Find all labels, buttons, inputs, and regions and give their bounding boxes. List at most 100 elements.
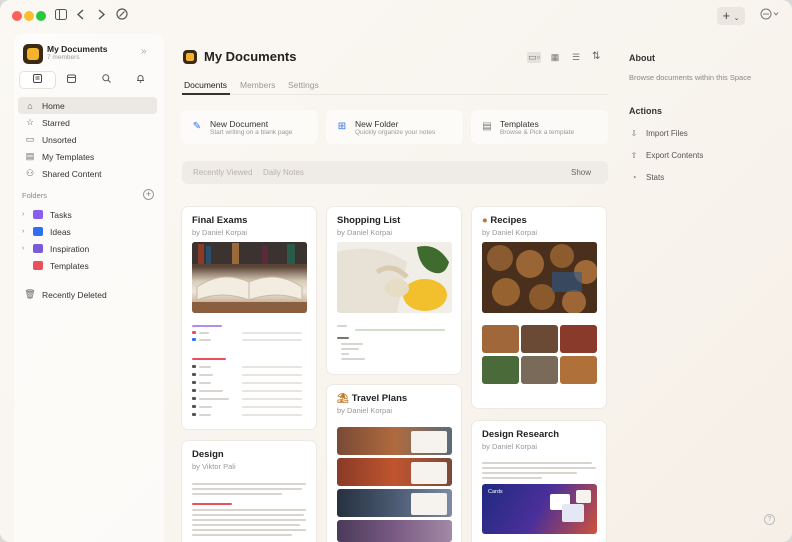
export-icon: ⇧ [630, 151, 638, 160]
trash-icon: 🗑 [24, 289, 36, 299]
document-author: by Daniel Korpai [337, 228, 393, 237]
document-title: Design [192, 449, 224, 460]
grid-view-icon[interactable]: ▦ [548, 52, 562, 63]
new-document-card[interactable]: ✎ New Document Start writing on a blank … [181, 110, 318, 144]
recipe-thumbnail [521, 356, 558, 384]
forward-arrow-icon[interactable] [93, 8, 109, 24]
new-folder-card[interactable]: ⊞ New Folder Quickly organize your notes [326, 110, 463, 144]
action-subtitle: Start writing on a blank page [210, 129, 293, 136]
new-item-button[interactable]: + ⌄ [717, 7, 745, 25]
space-logo-icon[interactable] [23, 44, 43, 64]
tab-settings[interactable]: Settings [288, 80, 319, 90]
tab-divider [182, 94, 608, 95]
text-line [192, 514, 304, 516]
calendar-segment-icon[interactable] [55, 72, 90, 88]
document-card-design[interactable]: Design by Viktor Pali [182, 441, 316, 542]
folder-item-ideas[interactable]: › Ideas [18, 223, 157, 240]
chevron-right-icon[interactable]: › [22, 245, 30, 252]
compass-icon[interactable] [114, 8, 130, 24]
help-button[interactable]: ? [764, 514, 775, 525]
folder-label: Templates [50, 260, 89, 271]
cookie-icon: ● [482, 215, 488, 226]
actions-title: Actions [629, 106, 663, 116]
tab-documents[interactable]: Documents [184, 80, 227, 90]
text-line [242, 382, 302, 384]
folder-label: Ideas [50, 226, 71, 237]
add-folder-button[interactable]: + [143, 189, 154, 200]
folder-label: Inspiration [50, 243, 90, 254]
stats-icon: ◔ [631, 173, 637, 182]
document-card-shopping-list[interactable]: Shopping List by Daniel Korpai [327, 207, 461, 374]
sparkle-icon [33, 244, 43, 253]
folder-item-templates[interactable]: Templates [18, 257, 157, 274]
sidebar-item-label: Starred [42, 117, 70, 128]
france-travel-image [337, 520, 452, 542]
folder-item-inspiration[interactable]: › Inspiration [18, 240, 157, 257]
chevron-down-icon: ⌄ [733, 15, 740, 22]
chevron-right-icon[interactable]: › [22, 211, 30, 218]
space-name[interactable]: My Documents [47, 44, 107, 54]
documents-segment-icon[interactable] [20, 72, 55, 88]
document-card-final-exams[interactable]: Final Exams by Daniel Korpai [182, 207, 316, 429]
sidebar-item-label: Recently Deleted [42, 289, 107, 300]
recipe-thumbnail [560, 325, 597, 353]
bell-segment-icon[interactable] [124, 72, 159, 88]
space-members-count: 7 members [47, 54, 80, 61]
preview-card [562, 504, 584, 522]
text-line [192, 524, 300, 526]
chevron-right-icon[interactable]: › [22, 228, 30, 235]
cards-preview-image: Cards [482, 484, 597, 534]
active-tab-indicator [182, 93, 230, 95]
text-line [482, 477, 542, 479]
people-icon: ⚇ [25, 168, 35, 178]
export-contents-action[interactable]: ⇧ Export Contents [629, 151, 704, 160]
show-filters-button[interactable]: Show [571, 168, 591, 177]
search-segment-icon[interactable] [89, 72, 124, 88]
sidebar-item-home[interactable]: ⌂ Home [18, 97, 157, 114]
sidebar-item-recently-deleted[interactable]: 🗑 Recently Deleted [18, 286, 157, 303]
back-arrow-icon[interactable] [73, 8, 89, 24]
sidebar-item-label: Home [42, 100, 65, 111]
text-line [242, 390, 302, 392]
templates-card[interactable]: ▤ Templates Browse & Pick a template [471, 110, 608, 144]
sidebar-item-my-templates[interactable]: ▤ My Templates [18, 148, 157, 165]
import-files-action[interactable]: ⇩ Import Files [629, 129, 688, 138]
more-options-button[interactable] [760, 8, 784, 24]
filter-bar: Recently Viewed Daily Notes Show [182, 161, 608, 184]
document-card-recipes[interactable]: ● Recipes by Daniel Korpai [472, 207, 606, 408]
bullet-icon [192, 373, 196, 376]
text-line [242, 374, 302, 376]
text-line [199, 366, 211, 368]
recipe-thumbnail [560, 356, 597, 384]
text-line [341, 343, 363, 345]
sidebar-item-shared-content[interactable]: ⚇ Shared Content [18, 165, 157, 182]
sidebar-item-starred[interactable]: ☆ Starred [18, 114, 157, 131]
zoom-window-button[interactable] [36, 11, 46, 21]
tab-members[interactable]: Members [240, 80, 275, 90]
minimize-window-button[interactable] [24, 11, 34, 21]
document-card-travel-plans[interactable]: ⛱ Travel Plans by Daniel Korpai [327, 385, 461, 542]
stats-action[interactable]: ◔ Stats [629, 173, 665, 182]
new-folder-icon: ⊞ [337, 121, 347, 132]
sort-icon[interactable]: ⇅ [592, 51, 600, 62]
bullet-icon [192, 405, 196, 408]
sidebar-item-label: My Templates [42, 151, 95, 162]
folder-item-tasks[interactable]: › Tasks [18, 206, 157, 223]
cards-label: Cards [488, 489, 503, 495]
document-card-design-research[interactable]: Design Research by Daniel Korpai Cards [472, 421, 606, 542]
travel-thumbnail-card [411, 431, 447, 453]
filter-daily-notes[interactable]: Daily Notes [263, 168, 304, 177]
about-text: Browse documents within this Space [629, 73, 752, 82]
collapse-sidebar-icon[interactable]: » [141, 46, 147, 57]
document-title: Shopping List [337, 215, 401, 226]
sidebar-item-unsorted[interactable]: ▭ Unsorted [18, 131, 157, 148]
bullet-icon [192, 389, 196, 392]
cards-view-icon[interactable]: ▭▫ [527, 52, 541, 63]
filter-recently-viewed[interactable]: Recently Viewed [193, 168, 252, 177]
view-switcher: ▭▫ ▦ ☰ [527, 52, 583, 63]
close-window-button[interactable] [12, 11, 22, 21]
action-subtitle: Browse & Pick a template [500, 129, 575, 136]
sidebar-toggle-icon[interactable] [53, 8, 69, 24]
list-view-icon[interactable]: ☰ [569, 52, 583, 63]
import-icon: ⇩ [630, 129, 638, 138]
